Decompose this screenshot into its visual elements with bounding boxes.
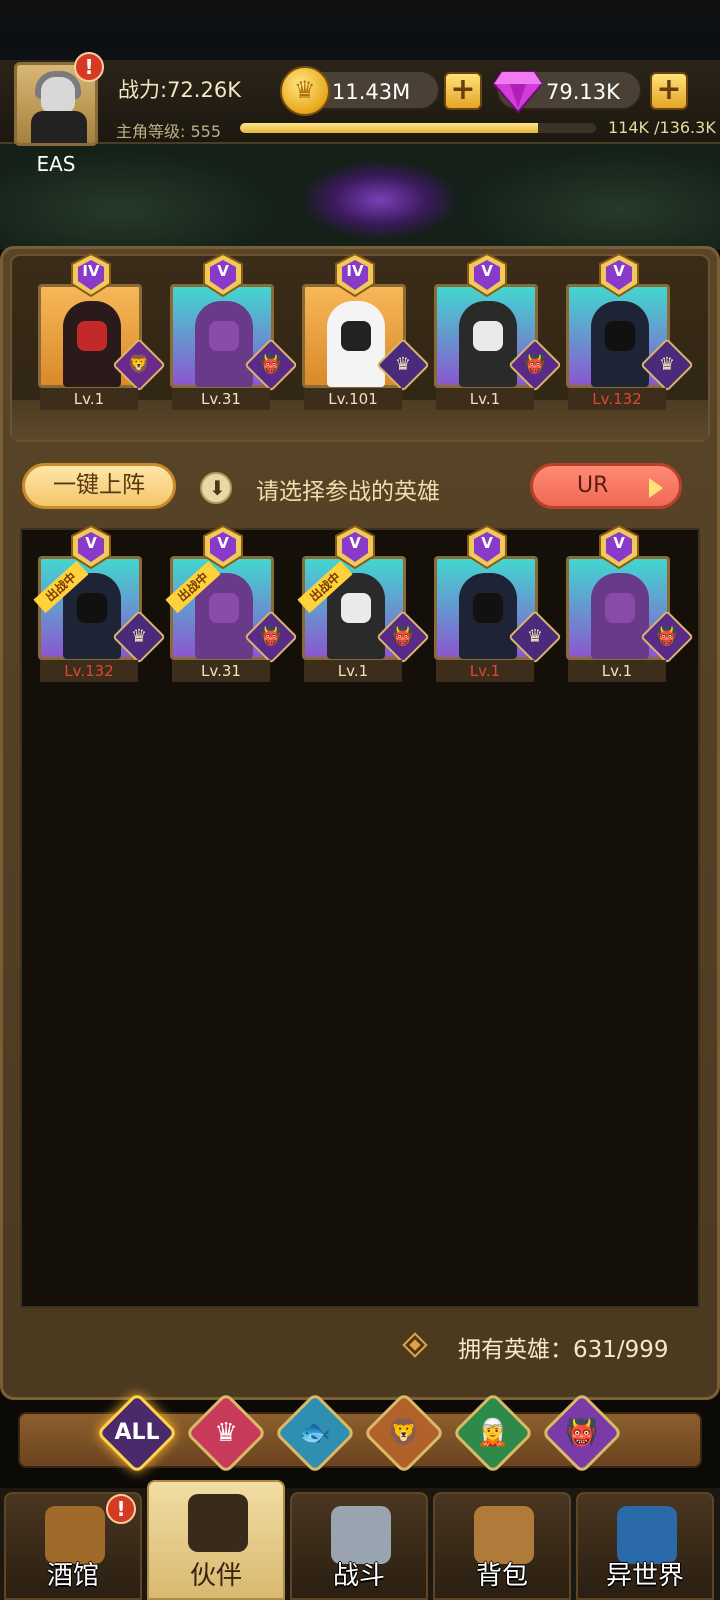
exp-text: 114K /136.3K [608, 118, 716, 137]
nav-tab-label: 伙伴 [189, 1561, 242, 1591]
combat-power: 战力:72.26K [118, 78, 241, 102]
play-arrow-icon [649, 478, 663, 498]
gold-value: 11.43M [332, 80, 411, 104]
rank-label: V [481, 534, 493, 552]
nav-tab-label: 酒馆 [46, 1561, 99, 1591]
hero-level: Lv.1 [436, 388, 534, 410]
avatar-alert-icon: ! [74, 52, 104, 82]
filter-label: 🦁 [387, 1418, 421, 1448]
hero-level: Lv.132 [568, 388, 666, 410]
purple-gem-icon [492, 71, 544, 114]
rank-label: V [613, 534, 625, 552]
hero-level: Lv.132 [40, 660, 138, 682]
rank-badge-icon: IV [68, 252, 114, 298]
rank-badge-icon: V [596, 524, 642, 570]
hero-level: Lv.101 [304, 388, 402, 410]
rarity-filter-label: UR [577, 473, 609, 498]
hero-level: Lv.31 [172, 660, 270, 682]
rank-badge-icon: V [596, 252, 642, 298]
filter-label: 🐟 [298, 1418, 332, 1448]
gem-counter: 79.13K [492, 70, 642, 114]
rank-badge-icon: V [464, 524, 510, 570]
rank-label: IV [82, 262, 100, 280]
rank-label: V [217, 262, 229, 280]
select-hero-hint: 请选择参战的英雄 [256, 479, 440, 505]
rank-badge-icon: IV [332, 252, 378, 298]
add-gems-button[interactable]: + [650, 72, 688, 110]
rank-badge-icon: V [200, 252, 246, 298]
rank-label: V [349, 534, 361, 552]
gold-coin-icon [280, 66, 330, 116]
rank-label: IV [346, 262, 364, 280]
gold-counter: 11.43M [280, 66, 440, 116]
nav-tab-label: 战斗 [332, 1561, 385, 1591]
rank-label: V [217, 534, 229, 552]
nav-tab-label: 背包 [475, 1561, 528, 1591]
nav-tab-2[interactable]: 战斗 [290, 1492, 428, 1600]
hero-level: Lv.1 [568, 660, 666, 682]
rank-label: V [481, 262, 493, 280]
nav-tab-3[interactable]: 背包 [433, 1492, 571, 1600]
hero-level: Lv.1 [304, 660, 402, 682]
forest-scene [0, 140, 720, 250]
partner-portrait-icon [188, 1494, 248, 1552]
rank-label: V [613, 262, 625, 280]
hero-level: Lv.1 [436, 660, 534, 682]
rarity-filter-button[interactable]: UR [530, 463, 682, 509]
exp-progress-bar [240, 123, 596, 133]
filter-label: ♛ [214, 1418, 238, 1448]
add-gold-button[interactable]: + [444, 72, 482, 110]
filter-label: ALL [114, 1420, 160, 1445]
hero-level: Lv.1 [40, 388, 138, 410]
nav-tab-1[interactable]: 伙伴 [147, 1480, 285, 1600]
filter-label: 👹 [565, 1418, 599, 1448]
download-arrow-icon [200, 472, 232, 504]
tavern-alert-icon: ! [106, 1494, 136, 1524]
rank-badge-icon: V [464, 252, 510, 298]
hero-level: Lv.31 [172, 388, 270, 410]
rank-label: V [85, 534, 97, 552]
player-name: EAS [36, 152, 76, 176]
gem-value: 79.13K [546, 80, 620, 104]
player-level: 主角等级: 555 [116, 122, 222, 141]
owned-heroes-count: 拥有英雄：631/999 [458, 1337, 669, 1363]
nav-tab-4[interactable]: 异世界 [576, 1492, 714, 1600]
auto-deploy-button[interactable]: 一键上阵 [22, 463, 176, 509]
nav-tab-label: 异世界 [605, 1561, 684, 1591]
filter-label: 🧝 [476, 1418, 510, 1448]
